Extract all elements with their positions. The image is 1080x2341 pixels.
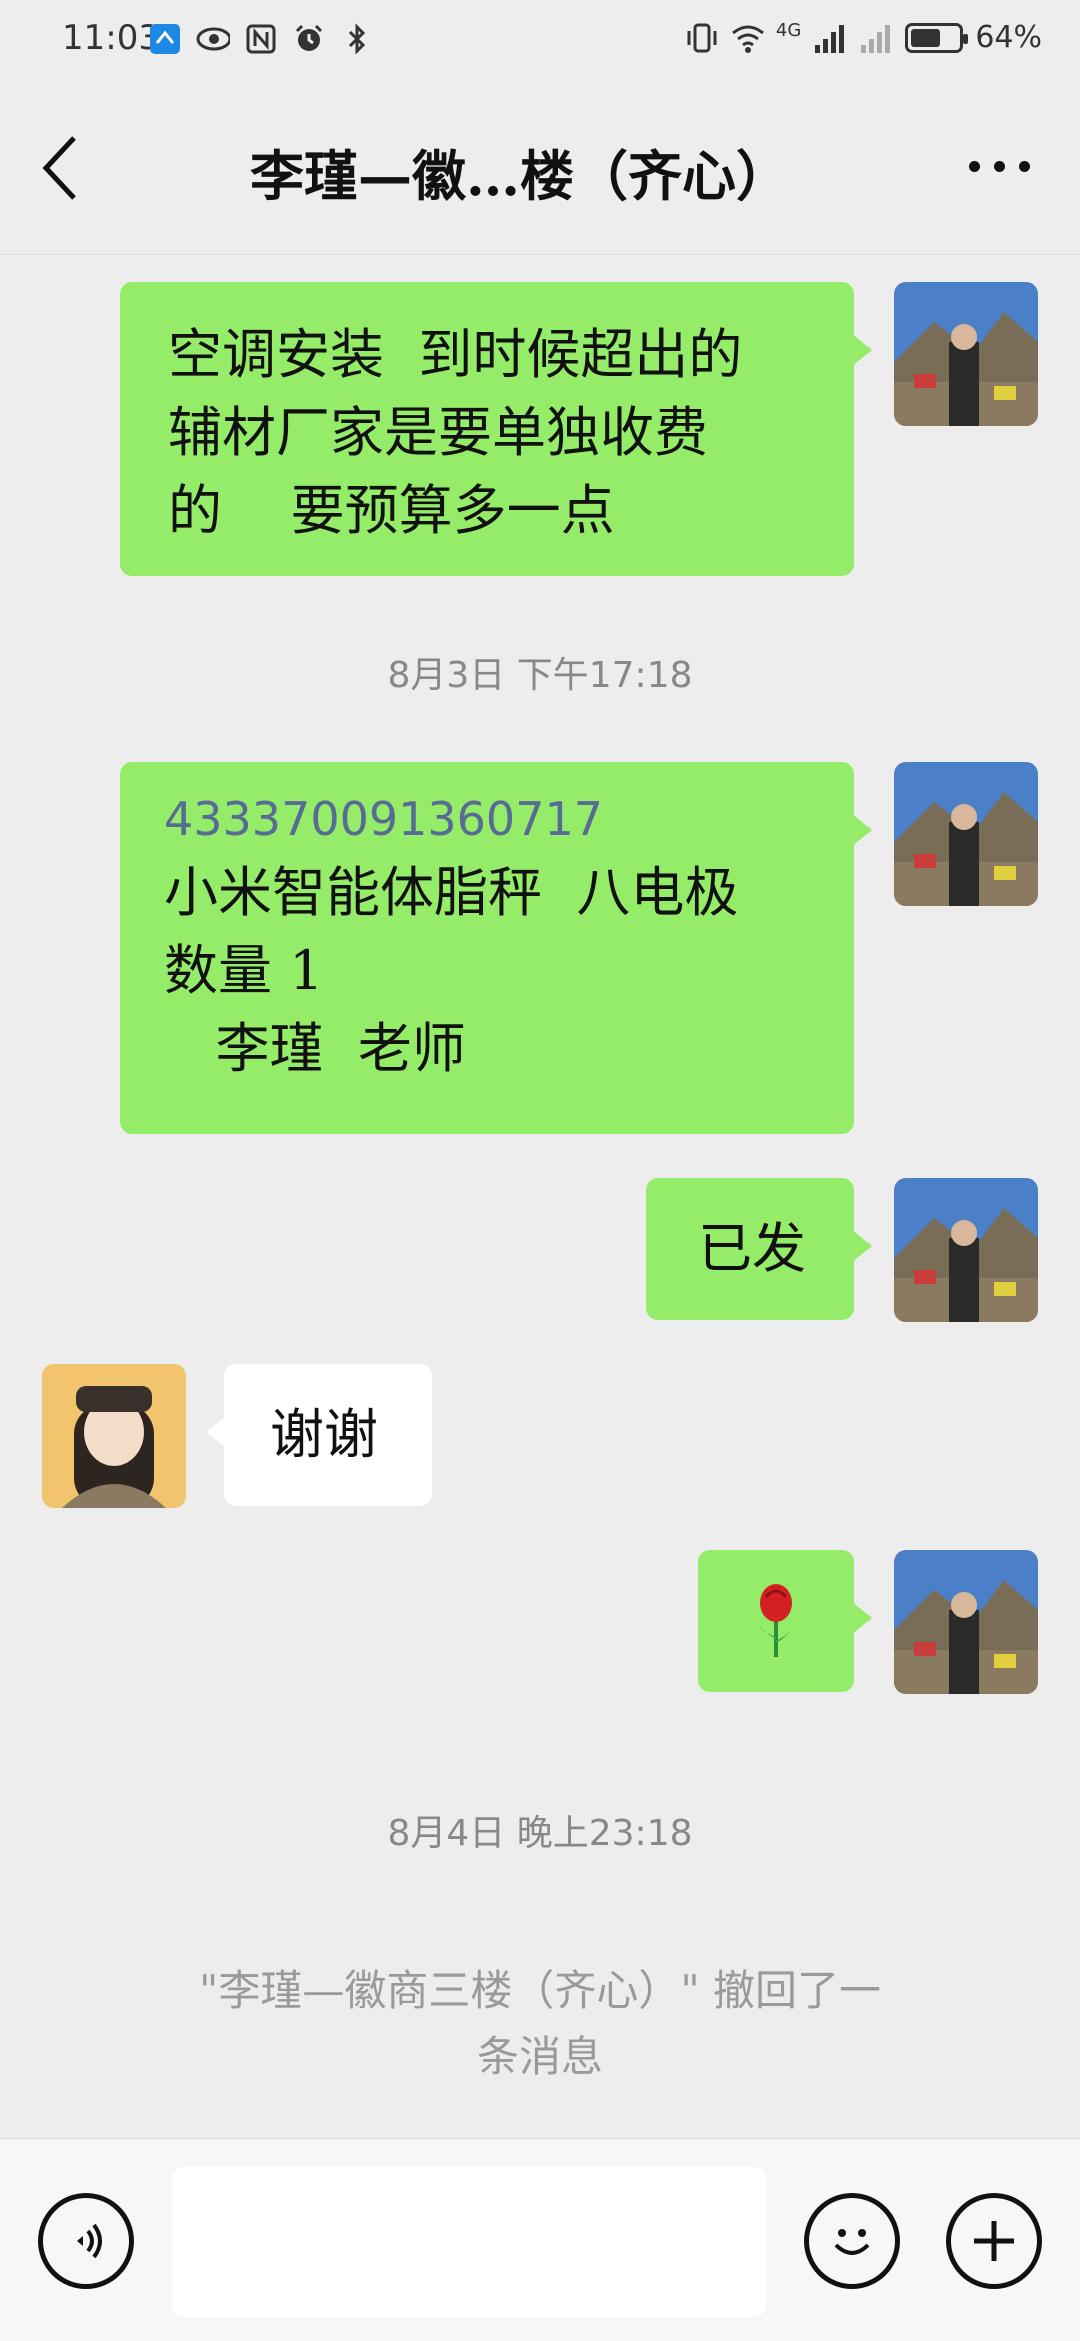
more-button[interactable] xyxy=(954,146,1044,186)
alarm-icon xyxy=(292,22,326,56)
recall-notice: "李瑾—徽商三楼（齐心）" 撤回了一 条消息 xyxy=(110,1958,970,2090)
message-line: 李瑾 老师 xyxy=(164,1017,466,1080)
my-avatar[interactable] xyxy=(894,1178,1038,1322)
nfc-icon xyxy=(244,22,278,56)
message-bubble-sent[interactable] xyxy=(698,1550,872,1692)
battery-percent: 64% xyxy=(975,20,1042,55)
status-icons-right: 4G 64% xyxy=(684,20,1042,55)
order-number-link[interactable]: 433370091360717 xyxy=(164,784,854,854)
status-time: 11:03 xyxy=(62,18,160,58)
recall-line: "李瑾—徽商三楼（齐心）" 撤回了一 xyxy=(199,1966,881,2015)
status-icons-left xyxy=(148,22,374,56)
my-avatar[interactable] xyxy=(894,762,1038,906)
message-bubble-received[interactable]: 谢谢 xyxy=(206,1364,432,1506)
plus-icon xyxy=(974,2221,1014,2261)
chevron-left-icon xyxy=(42,136,76,200)
avatar-photo xyxy=(894,1178,1038,1322)
input-bar xyxy=(0,2138,1080,2341)
avatar-photo xyxy=(894,762,1038,906)
recall-line: 条消息 xyxy=(476,2032,603,2081)
message-line: 辅材厂家是要单独收费 xyxy=(168,401,708,464)
message-line: 小米智能体脂秤 八电极 xyxy=(164,861,739,924)
timestamp: 8月4日 晚上23:18 xyxy=(387,1813,693,1854)
timestamp: 8月3日 下午17:18 xyxy=(387,655,693,696)
message-line: 数量 1 xyxy=(164,939,324,1002)
my-avatar[interactable] xyxy=(894,1550,1038,1694)
battery-fill xyxy=(911,28,941,47)
my-avatar[interactable] xyxy=(894,282,1038,426)
emoji-icon xyxy=(834,2229,870,2255)
vibrate-icon xyxy=(684,21,718,55)
status-bar: 11:03 4G 64% xyxy=(0,0,1080,84)
network-type: 4G xyxy=(775,20,802,41)
rose-icon xyxy=(758,1584,794,1657)
app-notification-icon xyxy=(148,22,182,56)
more-icon xyxy=(1018,160,1030,172)
back-button[interactable] xyxy=(40,128,100,208)
message-line: 已发 xyxy=(698,1217,806,1280)
contact-avatar[interactable] xyxy=(42,1364,186,1508)
message-bubble-sent[interactable]: 空调安装 到时候超出的 辅材厂家是要单独收费 的 要预算多一点 xyxy=(120,282,872,576)
emoji-button[interactable] xyxy=(804,2193,900,2289)
message-line: 谢谢 xyxy=(270,1403,378,1466)
message-line: 的 要预算多一点 xyxy=(168,479,615,542)
message-input[interactable] xyxy=(172,2167,766,2317)
wifi-icon xyxy=(730,21,764,55)
voice-button[interactable] xyxy=(38,2193,134,2289)
chat-header: 李瑾—徽…楼（齐心） xyxy=(0,84,1080,255)
avatar-photo xyxy=(894,1550,1038,1694)
voice-icon xyxy=(77,2223,102,2259)
avatar-photo xyxy=(894,282,1038,426)
bluetooth-icon xyxy=(340,22,374,56)
eye-icon xyxy=(196,22,230,56)
message-bubble-sent[interactable]: 已发 xyxy=(646,1178,872,1320)
contact-avatar-photo xyxy=(42,1364,186,1508)
signal-icon xyxy=(813,21,847,55)
more-icon xyxy=(968,160,980,172)
battery-icon xyxy=(905,22,969,53)
message-bubble-sent[interactable]: 433370091360717 小米智能体脂秤 八电极 数量 1 李瑾 老师 xyxy=(120,762,872,1134)
plus-button[interactable] xyxy=(946,2193,1042,2289)
chat-title: 李瑾—徽…楼（齐心） xyxy=(250,144,790,208)
message-line: 空调安装 到时候超出的 xyxy=(168,323,743,386)
signal-icon-2 xyxy=(859,21,893,55)
more-icon xyxy=(993,160,1005,172)
